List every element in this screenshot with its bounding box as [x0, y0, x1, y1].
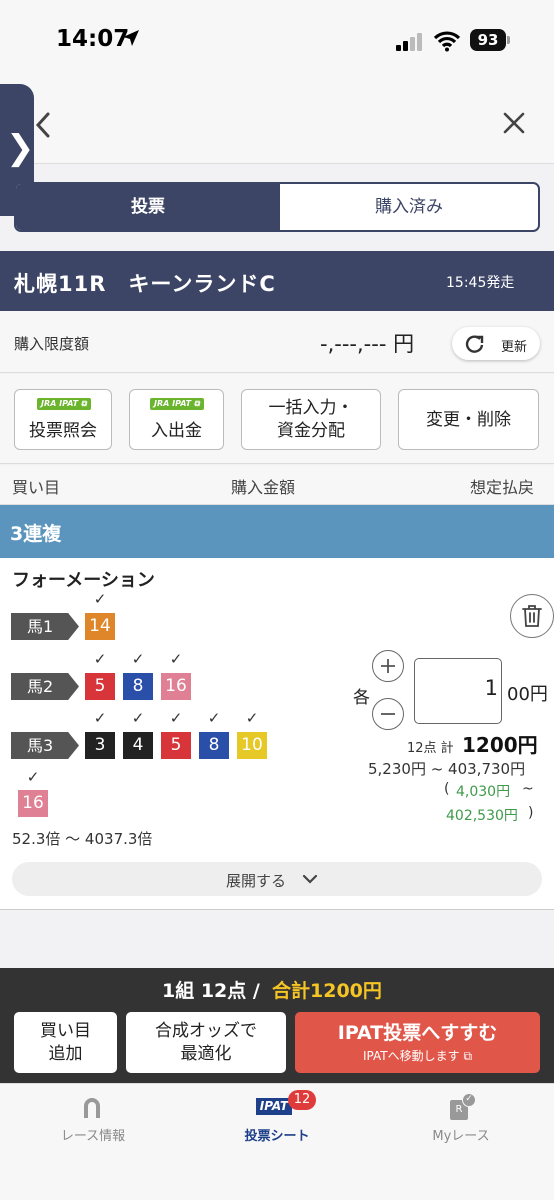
- add-bet-label-line1: 買い目: [40, 1021, 91, 1041]
- bulk-input-label-line1: 一括入力・: [268, 398, 354, 418]
- tab-purchased[interactable]: 購入済み: [280, 184, 538, 230]
- horse-number-box: 5: [161, 732, 191, 759]
- odds-range: 52.3倍 〜 4037.3倍: [12, 830, 153, 848]
- refund-tilde: ~: [522, 781, 534, 797]
- check-badge-icon: ✓: [462, 1093, 476, 1107]
- horseshoe-icon: [84, 1098, 100, 1118]
- bulk-input-label-line2: 資金分配: [277, 421, 345, 441]
- refresh-label: 更新: [501, 340, 528, 355]
- header: [0, 84, 554, 164]
- cellular-signal-icon: [396, 33, 422, 51]
- horse-row-label: 馬1: [11, 613, 79, 640]
- ipat-proceed-sublabel: IPATへ移動します ⧉: [295, 1047, 540, 1064]
- payout-bracket-open: (: [444, 781, 450, 797]
- horse-number-box: 16: [161, 673, 191, 700]
- vote-segmented-control: 投票 購入済み: [14, 182, 540, 232]
- external-link-icon: ⧉: [463, 1049, 473, 1063]
- horse-row-label: 馬2: [11, 673, 79, 700]
- jra-ipat-badge-label: JRA IPAT: [41, 399, 79, 408]
- horse-number-box: 16: [18, 790, 48, 817]
- jra-ipat-badge-label: JRA IPAT: [154, 399, 192, 408]
- deposit-withdraw-label: 入出金: [151, 421, 202, 441]
- race-title: 札幌11R キーンランドC: [14, 272, 276, 296]
- modify-delete-label: 変更・削除: [426, 410, 511, 430]
- purchase-limit-label: 購入限度額: [14, 335, 90, 353]
- jra-ipat-badge: JRA IPAT ⧉: [37, 398, 91, 410]
- tab-vote[interactable]: 投票: [16, 184, 280, 230]
- summary-count: 1組 12点 /: [162, 980, 260, 1002]
- checkmark-icon: ✓: [26, 768, 40, 786]
- horse-number-box: 8: [123, 673, 153, 700]
- close-icon[interactable]: [502, 111, 526, 135]
- chevron-right-icon: ❯: [6, 128, 35, 168]
- horse-number-box: 4: [123, 732, 153, 759]
- checkmark-icon: ✓: [93, 709, 107, 727]
- refresh-icon: [465, 335, 484, 353]
- race-start-time: 15:45発走: [446, 275, 515, 291]
- bet-method-label: フォーメーション: [12, 570, 155, 591]
- refund-max: 402,530円: [446, 808, 518, 824]
- battery-nub: [507, 36, 510, 44]
- ipat-proceed-sublabel-text: IPATへ移動します: [362, 1049, 460, 1063]
- payout-range: 5,230円 ~ 403,730円: [368, 760, 526, 778]
- chevron-down-icon: [302, 874, 318, 884]
- combination-count: 12点 計: [407, 741, 454, 756]
- refund-min: 4,030円: [456, 784, 511, 800]
- jra-ipat-badge: JRA IPAT ⧉: [150, 398, 204, 410]
- checkmark-icon: ✓: [93, 650, 107, 668]
- checkmark-icon: ✓: [207, 709, 221, 727]
- ipat-proceed-label: IPAT投票へすすむ: [337, 1022, 498, 1044]
- checkmark-icon: ✓: [245, 709, 259, 727]
- column-buy: 買い目: [12, 478, 61, 497]
- bet-type-bar: [0, 505, 554, 558]
- expand-label: 展開する: [226, 872, 287, 890]
- horse-row-label: 馬3: [11, 732, 79, 759]
- horse-number-box: 3: [85, 732, 115, 759]
- battery-indicator: 93: [470, 29, 506, 51]
- tab-ticket-label: 投票シート: [244, 1129, 310, 1144]
- vote-inquiry-label: 投票照会: [29, 421, 97, 441]
- add-bet-label-line2: 追加: [48, 1044, 83, 1064]
- horse-number-box: 14: [85, 613, 115, 640]
- amount-unit: 00円: [507, 684, 548, 705]
- horse-number-box: 8: [199, 732, 229, 759]
- ticket-count-badge: 12: [288, 1090, 316, 1110]
- optimize-label-line1: 合成オッズで: [155, 1021, 257, 1041]
- checkmark-icon: ✓: [131, 650, 145, 668]
- checkmark-icon: ✓: [169, 709, 183, 727]
- checkmark-icon: ✓: [169, 650, 183, 668]
- each-label: 各: [353, 688, 370, 708]
- location-arrow-icon: [123, 30, 139, 46]
- wifi-icon: [434, 31, 460, 52]
- bet-type-label: 3連複: [10, 523, 62, 545]
- column-amount: 購入金額: [231, 478, 296, 497]
- minus-icon: [381, 713, 395, 715]
- column-payout: 想定払戻: [470, 478, 535, 497]
- plus-icon: [381, 659, 395, 673]
- horse-number-box: 5: [85, 673, 115, 700]
- payout-bracket-close: ): [528, 805, 534, 821]
- tab-my-race-label: Myレース: [432, 1129, 490, 1144]
- optimize-label-line2: 最適化: [180, 1044, 232, 1064]
- checkmark-icon: ✓: [93, 590, 107, 608]
- total-amount: 1200円: [462, 733, 538, 757]
- clock: 14:07: [56, 26, 130, 52]
- summary-total: 合計1200円: [272, 980, 382, 1002]
- horse-number-box: 10: [237, 732, 267, 759]
- trash-icon: [522, 605, 542, 627]
- ipat-ticket-icon: IPAT: [256, 1098, 292, 1115]
- checkmark-icon: ✓: [131, 709, 145, 727]
- tab-race-info-label: レース情報: [60, 1129, 126, 1144]
- purchase-limit-value: -,---,--- 円: [320, 332, 415, 356]
- amount-value: 1: [484, 676, 498, 700]
